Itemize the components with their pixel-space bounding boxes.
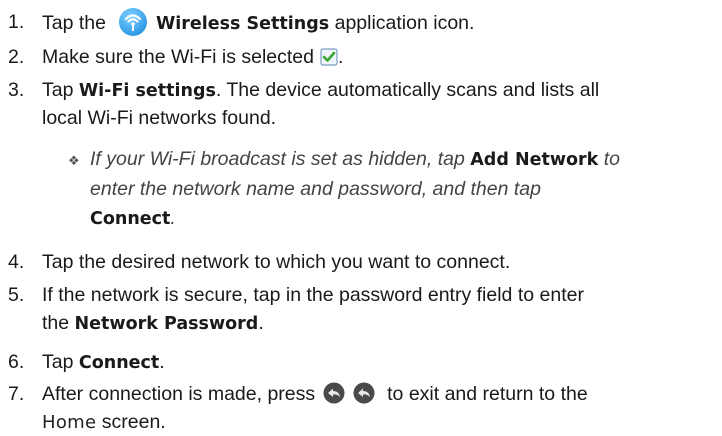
field-name: Network Password (74, 314, 259, 334)
step-text: application icon. (334, 12, 475, 35)
step-text: Tap (42, 79, 74, 101)
step-number: 5. (8, 284, 25, 306)
screen-name: Home (42, 412, 97, 433)
step-text: the (42, 312, 70, 334)
note-bold: Add Network (470, 150, 599, 170)
step-number: 7. (8, 383, 25, 405)
note-text-line2: enter the network name and password, and… (90, 178, 541, 200)
note-text: . (170, 207, 176, 229)
step-text-line2: local Wi-Fi networks found. (42, 107, 277, 129)
note-bold-connect: Connect (90, 209, 171, 229)
step-number: 6. (8, 351, 25, 373)
app-name: Wireless Settings (155, 14, 330, 35)
step-text: Tap the (42, 12, 106, 35)
diamond-bullet-icon: ❖ (68, 153, 80, 168)
step-text: If the network is secure, tap in the pas… (42, 284, 584, 306)
step-text: screen. (101, 411, 166, 433)
checkbox-checked-icon (320, 47, 338, 66)
step-number: 1. (8, 11, 25, 33)
step-text: Tap (42, 351, 74, 373)
step-text: Tap the desired network to which you wan… (42, 251, 511, 273)
step-text: to exit and return to the (387, 383, 588, 405)
step-text: Make sure the Wi-Fi is selected (42, 46, 315, 68)
step-text: After connection is made, press (42, 383, 316, 405)
menu-name: Wi-Fi settings (78, 81, 216, 101)
step-text: . (159, 351, 165, 373)
step-number: 3. (8, 79, 25, 101)
wireless-settings-icon (118, 7, 148, 37)
step-number: 2. (8, 46, 25, 68)
note-text: to (603, 148, 620, 170)
step-number: 4. (8, 251, 25, 273)
back-button-icon (323, 382, 345, 404)
button-name: Connect (78, 353, 160, 373)
back-button-icon (353, 382, 375, 404)
note-text: If your Wi-Fi broadcast is set as hidden… (90, 148, 465, 170)
step-text: . The device automatically scans and lis… (215, 79, 600, 101)
step-text: . (258, 312, 264, 334)
